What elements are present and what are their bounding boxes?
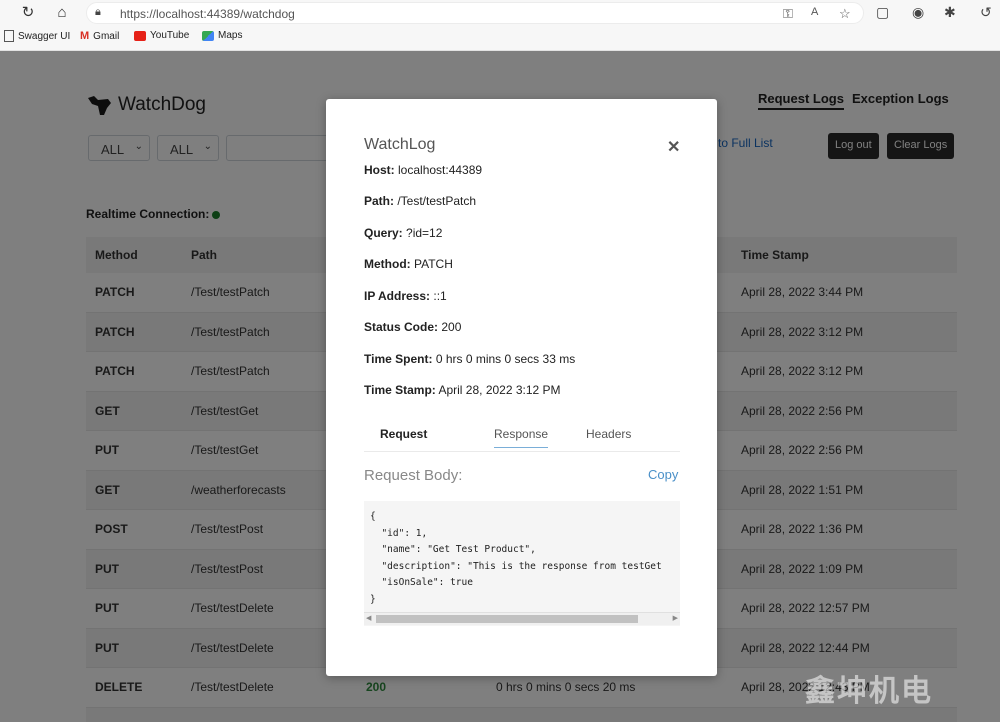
detail-field: IP Address: ::1: [364, 289, 447, 303]
detail-field: Query: ?id=12: [364, 226, 442, 240]
tab-headers[interactable]: Headers: [586, 427, 631, 441]
reload-icon[interactable]: ↻: [18, 3, 38, 23]
youtube-icon: [134, 30, 146, 41]
detail-field-value: ::1: [433, 289, 447, 303]
detail-field: Time Spent: 0 hrs 0 mins 0 secs 33 ms: [364, 352, 575, 366]
request-body-label: Request Body:: [364, 467, 463, 484]
detail-field-value: April 28, 2022 3:12 PM: [438, 383, 561, 397]
watermark: 鑫坤机电: [805, 675, 933, 708]
bookmark-maps[interactable]: Maps: [202, 30, 242, 41]
tab-request[interactable]: Request: [380, 427, 427, 441]
detail-field-label: Query:: [364, 226, 403, 240]
page-icon: [4, 30, 14, 42]
detail-field: Path: /Test/testPatch: [364, 194, 476, 208]
favorite-icon[interactable]: ☆: [839, 6, 851, 22]
scroll-left-icon[interactable]: ◀: [366, 613, 371, 625]
address-bar[interactable]: 🔒︎ https://localhost:44389/watchdog ⚿ A …: [86, 2, 864, 24]
detail-field-label: Method:: [364, 257, 411, 271]
detail-field-label: Path:: [364, 194, 394, 208]
code-text: { "id": 1, "name": "Get Test Product", "…: [370, 511, 662, 605]
tab-response[interactable]: Response: [494, 427, 549, 448]
history-icon[interactable]: ↺: [980, 4, 992, 21]
puzzle-icon[interactable]: ✱: [944, 4, 956, 21]
bookmark-youtube[interactable]: YouTube: [134, 30, 189, 41]
horizontal-scrollbar[interactable]: ◀ ▶: [364, 612, 680, 625]
detail-field-label: IP Address:: [364, 289, 431, 303]
home-icon[interactable]: ⌂: [52, 3, 72, 23]
maps-icon: [202, 30, 214, 41]
close-icon[interactable]: ✕: [667, 137, 680, 157]
bookmarks-bar: Swagger UI M Gmail YouTube Maps: [0, 26, 1000, 51]
detail-field-label: Status Code:: [364, 320, 439, 334]
scroll-right-icon[interactable]: ▶: [673, 613, 678, 625]
detail-field-label: Time Stamp:: [364, 383, 436, 397]
detail-field-label: Time Spent:: [364, 352, 433, 366]
detail-field-value: PATCH: [414, 257, 453, 271]
detail-field-value: localhost:44389: [398, 163, 483, 177]
split-screen-icon[interactable]: ▢: [876, 4, 889, 21]
copy-button[interactable]: Copy: [648, 467, 678, 482]
detail-field-value: 0 hrs 0 mins 0 secs 33 ms: [435, 352, 576, 366]
detail-field-value: /Test/testPatch: [397, 194, 477, 208]
extension-icon[interactable]: ◉: [912, 4, 924, 21]
bookmark-swagger[interactable]: Swagger UI: [4, 30, 70, 42]
request-body-code: { "id": 1, "name": "Get Test Product", "…: [364, 501, 680, 626]
browser-toolbar: ↻ ⌂ 🔒︎ https://localhost:44389/watchdog …: [0, 0, 1000, 26]
bookmark-gmail[interactable]: M Gmail: [80, 30, 119, 42]
lock-icon: 🔒︎: [95, 6, 101, 18]
watchlog-modal: WatchLog ✕ Host: localhost:44389 Path: /T…: [326, 99, 717, 676]
detail-field-value: ?id=12: [406, 226, 443, 240]
detail-field: Time Stamp: April 28, 2022 3:12 PM: [364, 383, 561, 397]
address-url: https://localhost:44389/watchdog: [120, 7, 295, 21]
detail-field: Host: localhost:44389: [364, 163, 482, 177]
scrollbar-thumb[interactable]: [376, 615, 638, 623]
detail-field-value: 200: [441, 320, 462, 334]
detail-field: Method: PATCH: [364, 257, 453, 271]
detail-field: Status Code: 200: [364, 320, 461, 334]
modal-title: WatchLog: [364, 136, 436, 153]
detail-tabs: Request Response Headers: [364, 421, 680, 452]
key-icon[interactable]: ⚿: [783, 6, 793, 22]
read-aloud-icon[interactable]: A: [811, 6, 818, 18]
gmail-icon: M: [80, 30, 90, 42]
detail-field-label: Host:: [364, 163, 395, 177]
